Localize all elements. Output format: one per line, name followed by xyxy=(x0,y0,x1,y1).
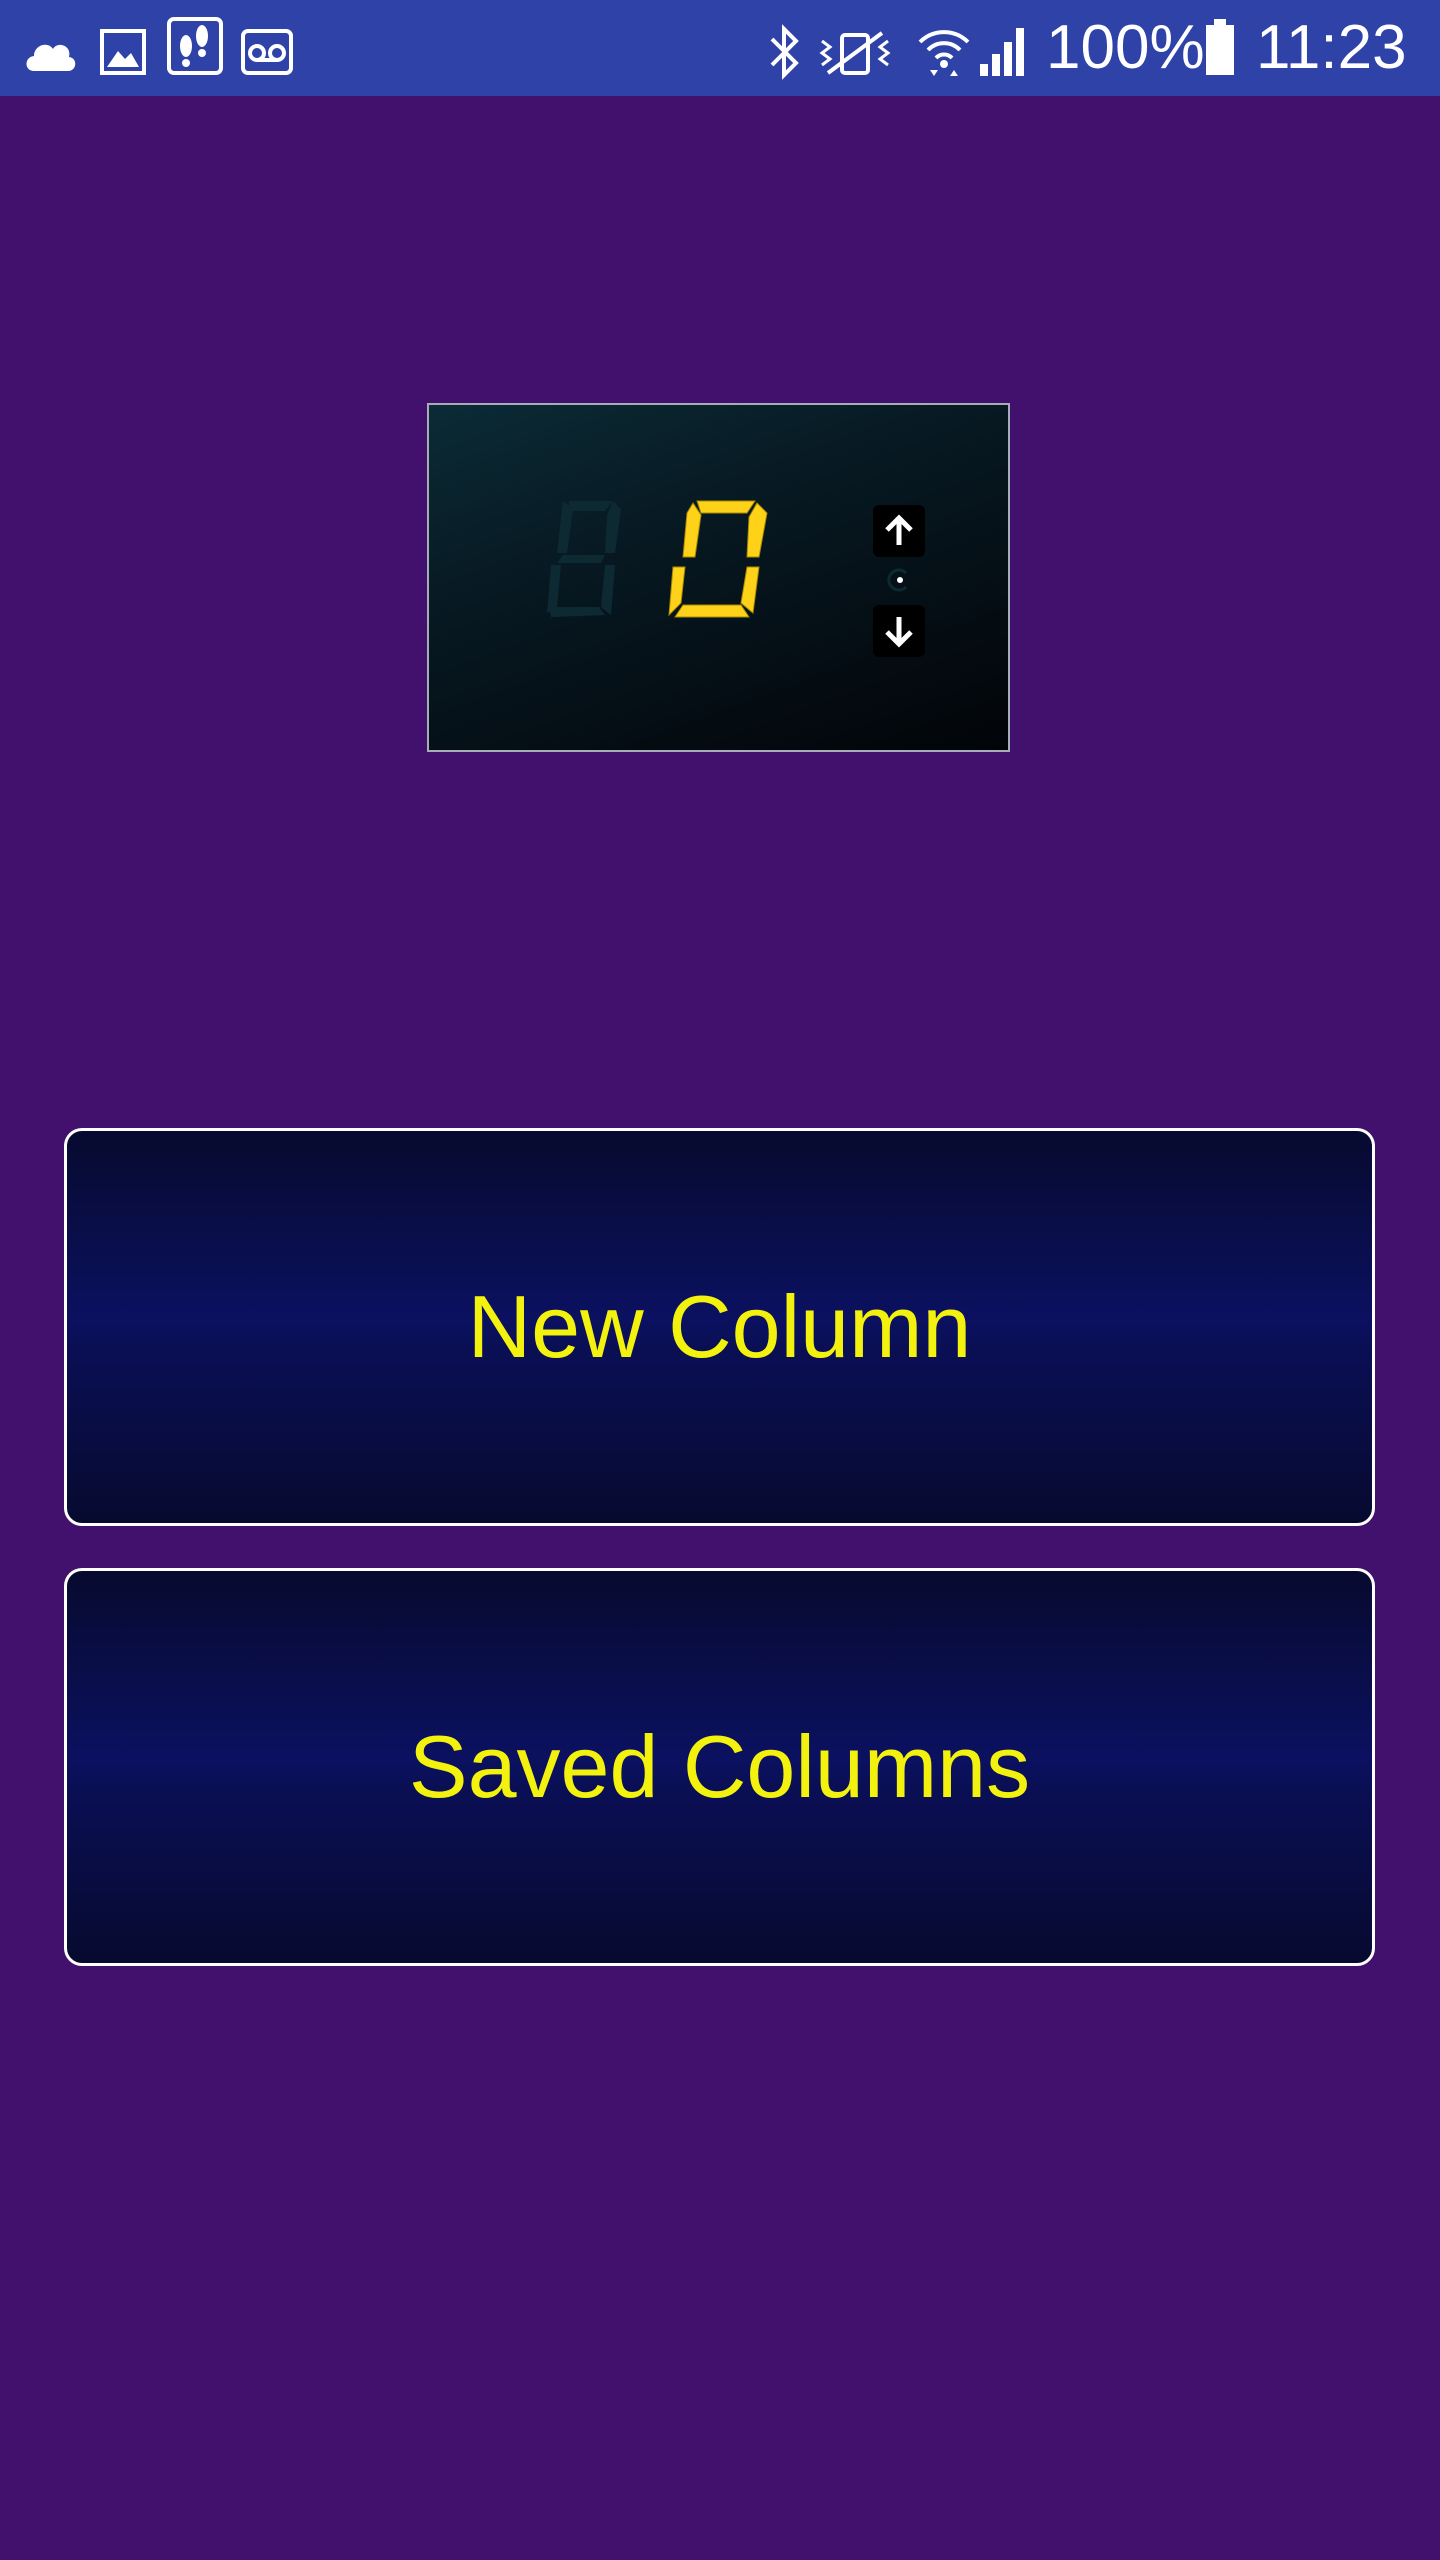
counter-display xyxy=(427,403,1010,752)
new-column-label: New Column xyxy=(467,1277,972,1376)
footsteps-icon xyxy=(167,17,223,75)
cloud-icon xyxy=(26,44,76,71)
decimal-point-indicator xyxy=(887,568,908,592)
tens-digit xyxy=(547,501,621,617)
battery-icon xyxy=(1206,19,1234,75)
decrement-button[interactable] xyxy=(873,605,925,657)
vibrate-icon xyxy=(819,31,891,75)
units-digit xyxy=(668,500,768,618)
battery-percentage: 100% xyxy=(1046,13,1205,82)
signal-icon xyxy=(980,28,1024,76)
voicemail-icon xyxy=(241,29,293,75)
status-bar: 100% 11:23 xyxy=(0,0,1440,96)
saved-columns-button[interactable]: Saved Columns xyxy=(64,1568,1375,1966)
new-column-button[interactable]: New Column xyxy=(64,1128,1375,1526)
seven-segment-digits xyxy=(547,500,768,618)
saved-columns-label: Saved Columns xyxy=(408,1717,1031,1816)
arrow-up-icon xyxy=(885,514,913,545)
clock: 11:23 xyxy=(1256,13,1407,82)
wifi-icon xyxy=(918,30,970,76)
increment-button[interactable] xyxy=(873,505,925,557)
bluetooth-icon xyxy=(770,24,799,80)
image-icon xyxy=(100,29,146,75)
arrow-down-icon xyxy=(885,617,913,648)
